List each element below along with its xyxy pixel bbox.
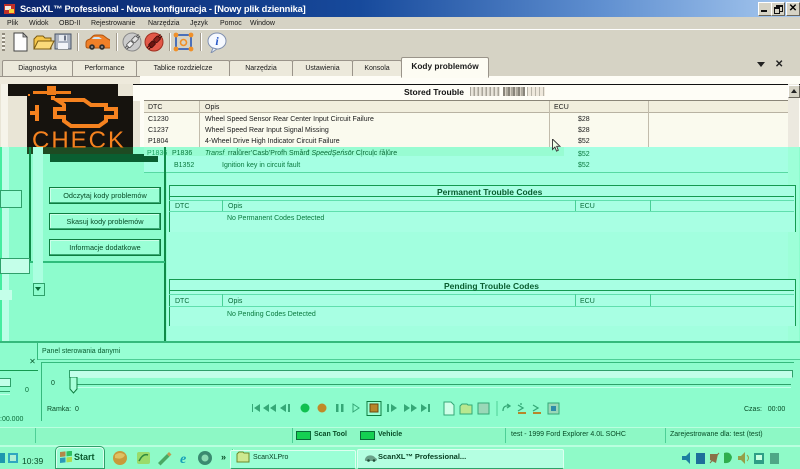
svg-text:CHECK: CHECK: [32, 127, 126, 147]
svg-text:e: e: [180, 452, 186, 466]
svg-text:CHECK: CHECK: [32, 147, 126, 154]
